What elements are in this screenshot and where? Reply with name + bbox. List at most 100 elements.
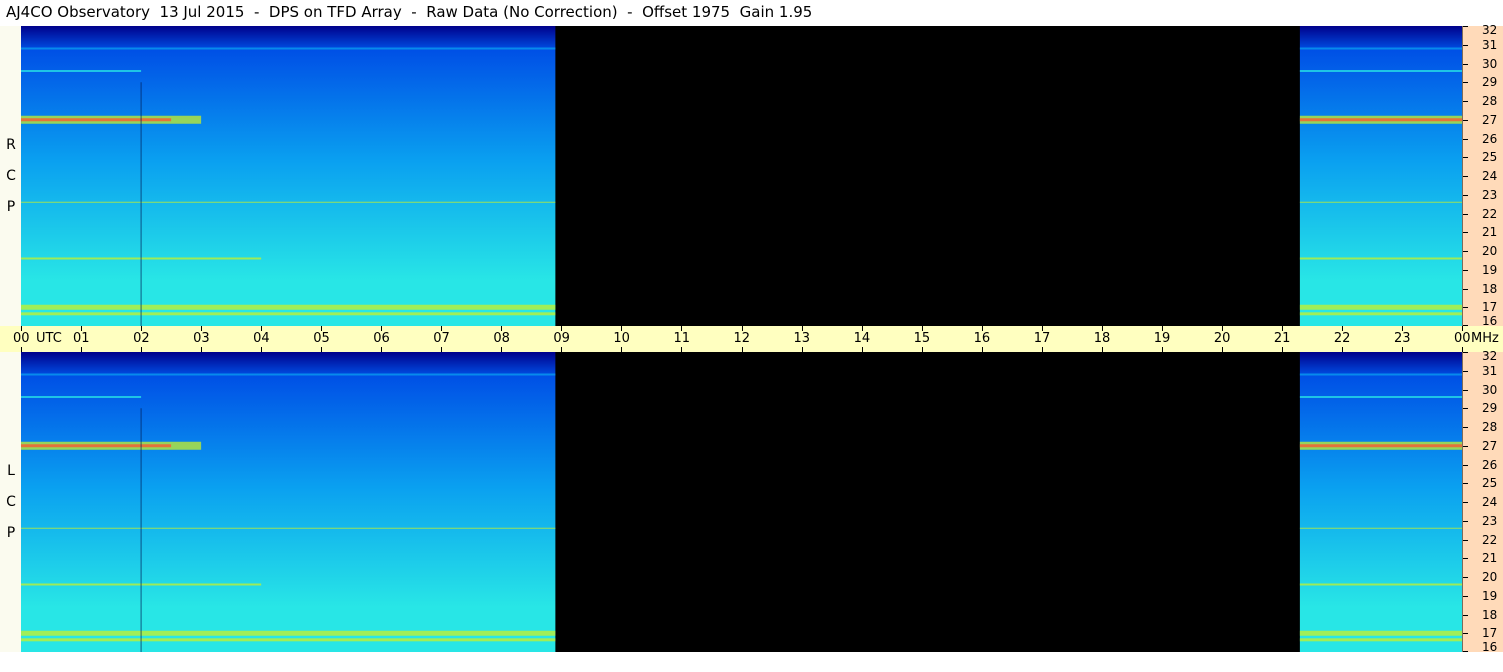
- emission-band: [1299, 257, 1462, 260]
- frequency-tick: [1463, 232, 1468, 233]
- emission-band: [1299, 638, 1462, 642]
- frequency-tick-label: 29: [1482, 75, 1498, 89]
- frequency-tick-label: 23: [1482, 188, 1498, 202]
- frequency-tick: [1463, 446, 1468, 447]
- frequency-tick: [1463, 390, 1468, 391]
- frequency-tick: [1463, 214, 1468, 215]
- frequency-tick: [1463, 64, 1468, 65]
- emission-band: [1299, 630, 1462, 636]
- frequency-tick: [1463, 45, 1468, 46]
- frequency-tick: [1463, 352, 1468, 353]
- frequency-tick: [1463, 465, 1468, 466]
- time-tick-label: 04: [253, 331, 270, 346]
- frequency-tick-label: 26: [1482, 132, 1498, 146]
- frequency-tick: [1463, 82, 1468, 83]
- time-tick-label: 13: [793, 331, 811, 346]
- time-tick-label: 00: [1454, 331, 1471, 346]
- frequency-tick: [1463, 270, 1468, 271]
- emission-band: [21, 638, 556, 642]
- spectrogram-svg: [21, 26, 1462, 326]
- frequency-tick: [1463, 615, 1468, 616]
- frequency-tick-label: 17: [1482, 626, 1498, 640]
- emission-band: [21, 312, 556, 316]
- frequency-tick: [1463, 633, 1468, 634]
- emission-band: [21, 396, 142, 398]
- lcp-frequency-axis: 32 31 30 29 28 27 26 25 24 23 22 21 20 19 18 17 16: [1462, 349, 1503, 653]
- frequency-tick-label: 18: [1482, 282, 1498, 296]
- frequency-tick: [1463, 408, 1468, 409]
- frequency-tick-label: 28: [1482, 94, 1498, 108]
- rcp-spectrogram: [21, 26, 1462, 326]
- time-tick-label: 02: [133, 331, 150, 346]
- frequency-tick: [1463, 502, 1468, 503]
- time-tick-label: 20: [1213, 331, 1231, 346]
- frequency-tick-label: 25: [1482, 150, 1498, 164]
- time-tick-label: 19: [1153, 331, 1171, 346]
- emission-band: [21, 201, 556, 203]
- frequency-axis-unit: MHz: [1471, 331, 1499, 346]
- emission-band: [1299, 312, 1462, 316]
- frequency-tick-label: 24: [1482, 169, 1498, 183]
- frequency-tick-label: 27: [1482, 439, 1498, 453]
- time-tick-label: 12: [733, 331, 751, 346]
- time-axis-unit: UTC: [36, 331, 62, 346]
- frequency-tick: [1463, 176, 1468, 177]
- time-tick-label: 09: [553, 331, 570, 346]
- time-tick-label: 22: [1333, 331, 1351, 346]
- frequency-tick-label: 28: [1482, 420, 1498, 434]
- frequency-tick: [1463, 26, 1468, 27]
- rcp-label-column: R C P: [0, 26, 21, 326]
- frequency-tick-label: 19: [1482, 263, 1498, 277]
- emission-band: [1299, 444, 1462, 448]
- frequency-tick-label: 23: [1482, 514, 1498, 528]
- time-tick-label: 07: [433, 331, 450, 346]
- frequency-tick: [1463, 521, 1468, 522]
- emission-band: [1299, 373, 1462, 376]
- frequency-tick: [1463, 577, 1468, 578]
- frequency-tick-label: 32: [1482, 23, 1498, 37]
- emission-band: [1299, 201, 1462, 203]
- time-tick-label: 15: [913, 331, 931, 346]
- frequency-tick-label: 24: [1482, 495, 1498, 509]
- time-tick-label: 03: [193, 331, 210, 346]
- frequency-tick-label: 27: [1482, 113, 1498, 127]
- frequency-tick-label: 21: [1482, 551, 1498, 565]
- lcp-polarization-label: L C P: [6, 463, 16, 541]
- frequency-tick: [1463, 307, 1468, 308]
- frequency-tick-label: 30: [1482, 57, 1498, 71]
- frequency-tick-label: 31: [1482, 38, 1498, 52]
- frequency-tick-label: 20: [1482, 570, 1498, 584]
- frequency-tick-label: 21: [1482, 225, 1498, 239]
- frequency-tick-label: 26: [1482, 458, 1498, 472]
- frequency-tick: [1463, 483, 1468, 484]
- time-tick-label: 05: [313, 331, 330, 346]
- frequency-tick: [1463, 120, 1468, 121]
- frequency-tick-label: 31: [1482, 364, 1498, 378]
- time-tick-label: 08: [493, 331, 510, 346]
- frequency-tick-label: 19: [1482, 589, 1498, 603]
- rcp-frequency-axis: 32 31 30 29 28 27 26 25 24 23 22 21 20 19 18 17 16: [1462, 23, 1503, 327]
- emission-band: [21, 444, 172, 448]
- frequency-tick: [1463, 251, 1468, 252]
- emission-band: [21, 630, 556, 636]
- emission-band: [1299, 527, 1462, 529]
- frequency-tick-label: 32: [1482, 349, 1498, 363]
- time-tick-label: 01: [73, 331, 90, 346]
- frequency-tick: [1463, 427, 1468, 428]
- frequency-tick-label: 22: [1482, 533, 1498, 547]
- frequency-tick: [1463, 101, 1468, 102]
- emission-band: [21, 70, 142, 72]
- time-tick-label: 11: [673, 331, 690, 346]
- page-title: AJ4CO Observatory 13 Jul 2015 - DPS on T…: [6, 3, 813, 21]
- lcp-label-column: L C P: [0, 352, 21, 652]
- frequency-tick: [1463, 371, 1468, 372]
- time-tick-label: 18: [1093, 331, 1111, 346]
- frequency-tick: [1463, 139, 1468, 140]
- frequency-tick-label: 22: [1482, 207, 1498, 221]
- frequency-tick-label: 30: [1482, 383, 1498, 397]
- frequency-tick-label: 25: [1482, 476, 1498, 490]
- emission-band: [1299, 396, 1462, 398]
- frequency-tick: [1463, 596, 1468, 597]
- emission-band: [21, 118, 172, 122]
- time-axis: UTC MHz 00 01 02 03 04 05 06 07 08 09 10 11 12 13 14 15…: [0, 326, 1503, 352]
